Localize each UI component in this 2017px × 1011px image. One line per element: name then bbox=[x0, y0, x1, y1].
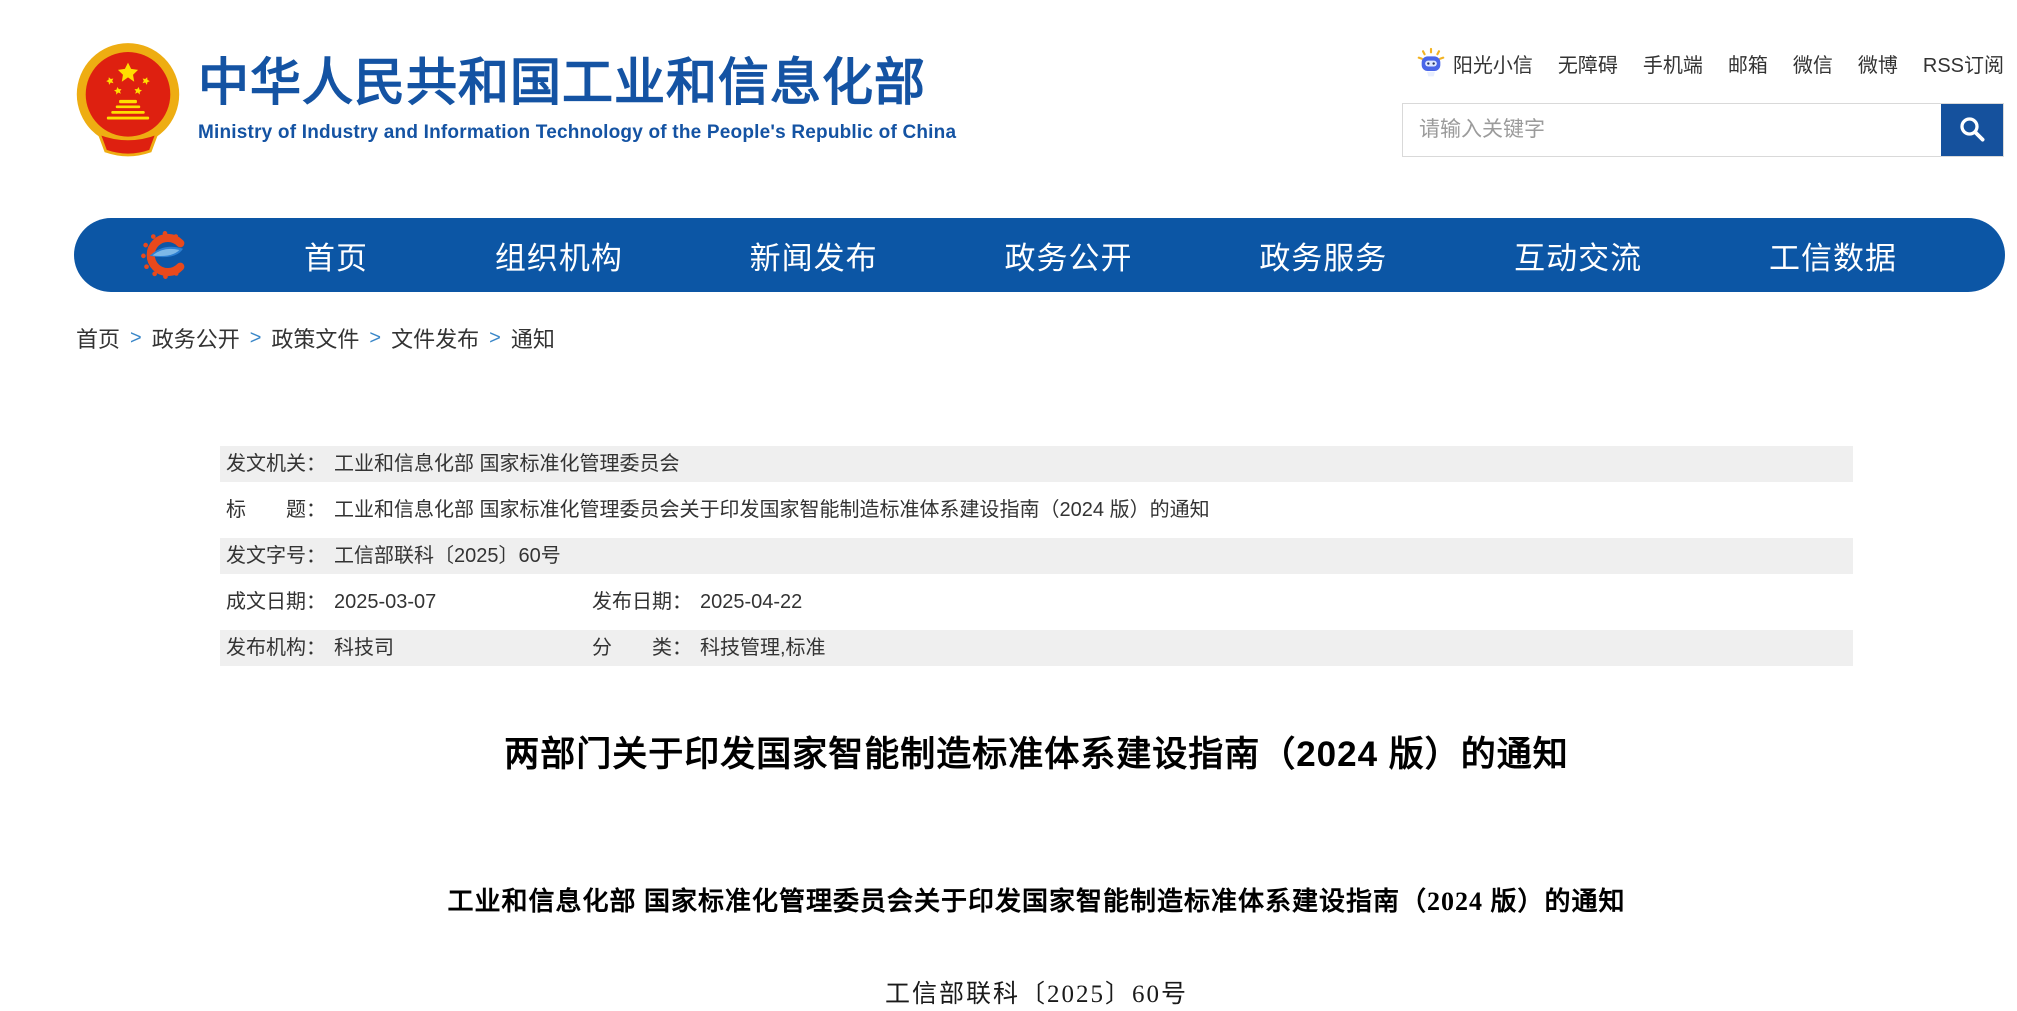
utility-link-row: 阳光小信 无障碍 手机端 邮箱 微信 微博 RSS订阅 bbox=[1402, 46, 2004, 80]
site-subtitle: Ministry of Industry and Information Tec… bbox=[198, 122, 956, 144]
meta-row-publisher-category: 发布机构： 科技司 分 类： 科技管理,标准 bbox=[220, 630, 1853, 666]
meta-value: 科技司 bbox=[334, 630, 394, 666]
main-nav: 首页 组织机构 新闻发布 政务公开 政务服务 互动交流 工信数据 bbox=[74, 218, 2005, 292]
meta-cell-category: 分 类： 科技管理,标准 bbox=[592, 630, 826, 666]
article-body: 两部门关于印发国家智能制造标准体系建设指南（2024 版）的通知 工业和信息化部… bbox=[220, 726, 1853, 1010]
search-icon bbox=[1957, 114, 1987, 147]
nav-item-home[interactable]: 首页 bbox=[304, 233, 368, 278]
nav-item-news[interactable]: 新闻发布 bbox=[750, 233, 878, 278]
meta-label: 标 题： bbox=[226, 492, 326, 528]
search-bar bbox=[1402, 103, 2004, 157]
document-number-line: 工信部联科〔2025〕60号 bbox=[220, 974, 1853, 1010]
breadcrumb-policy-documents[interactable]: 政策文件 bbox=[271, 322, 359, 354]
meta-row-title: 标 题： 工业和信息化部 国家标准化管理委员会关于印发国家智能制造标准体系建设指… bbox=[220, 492, 1853, 528]
nav-item-miit-data[interactable]: 工信数据 bbox=[1769, 233, 1897, 278]
meta-value: 工业和信息化部 国家标准化管理委员会关于印发国家智能制造标准体系建设指南（202… bbox=[334, 492, 1210, 528]
robot-assistant-icon bbox=[1415, 47, 1447, 79]
mail-link[interactable]: 邮箱 bbox=[1728, 49, 1768, 78]
accessibility-link[interactable]: 无障碍 bbox=[1558, 49, 1618, 78]
meta-cell: 发文机关： 工业和信息化部 国家标准化管理委员会 bbox=[226, 446, 680, 482]
page: 中华人民共和国工业和信息化部 Ministry of Industry and … bbox=[0, 0, 2017, 1011]
rss-link[interactable]: RSS订阅 bbox=[1923, 49, 2004, 78]
article-title: 两部门关于印发国家智能制造标准体系建设指南（2024 版）的通知 bbox=[220, 726, 1853, 777]
article-subtitle: 工业和信息化部 国家标准化管理委员会关于印发国家智能制造标准体系建设指南（202… bbox=[220, 881, 1853, 918]
breadcrumb: 首页 > 政务公开 > 政策文件 > 文件发布 > 通知 bbox=[76, 322, 555, 354]
nav-item-interaction[interactable]: 互动交流 bbox=[1514, 233, 1642, 278]
breadcrumb-separator: > bbox=[369, 327, 381, 350]
breadcrumb-document-release[interactable]: 文件发布 bbox=[391, 322, 479, 354]
document-meta-table: 发文机关： 工业和信息化部 国家标准化管理委员会 标 题： 工业和信息化部 国家… bbox=[220, 446, 1853, 676]
meta-cell-written-date: 成文日期： 2025-03-07 bbox=[226, 584, 436, 620]
meta-value: 工信部联科〔2025〕60号 bbox=[334, 538, 561, 574]
meta-cell: 标 题： 工业和信息化部 国家标准化管理委员会关于印发国家智能制造标准体系建设指… bbox=[226, 492, 1210, 528]
search-button[interactable] bbox=[1941, 104, 2003, 156]
miit-gear-logo-icon bbox=[138, 228, 192, 282]
meta-cell-publisher: 发布机构： 科技司 bbox=[226, 630, 394, 666]
nav-item-organization[interactable]: 组织机构 bbox=[495, 233, 623, 278]
weibo-link[interactable]: 微博 bbox=[1858, 49, 1898, 78]
breadcrumb-gov-disclosure[interactable]: 政务公开 bbox=[152, 322, 240, 354]
meta-row-document-number: 发文字号： 工信部联科〔2025〕60号 bbox=[220, 538, 1853, 574]
mobile-site-link[interactable]: 手机端 bbox=[1643, 49, 1703, 78]
header-utilities: 阳光小信 无障碍 手机端 邮箱 微信 微博 RSS订阅 bbox=[1402, 46, 2004, 157]
meta-row-issuing-agency: 发文机关： 工业和信息化部 国家标准化管理委员会 bbox=[220, 446, 1853, 482]
meta-label: 发布机构： bbox=[226, 630, 326, 666]
search-input[interactable] bbox=[1403, 104, 1941, 156]
wechat-link[interactable]: 微信 bbox=[1793, 49, 1833, 78]
breadcrumb-notice[interactable]: 通知 bbox=[511, 322, 555, 354]
breadcrumb-separator: > bbox=[130, 327, 142, 350]
national-emblem-icon bbox=[72, 42, 184, 160]
meta-label: 发布日期： bbox=[592, 584, 692, 620]
nav-item-gov-disclosure[interactable]: 政务公开 bbox=[1004, 233, 1132, 278]
site-title: 中华人民共和国工业和信息化部 bbox=[198, 54, 956, 113]
meta-label: 分 类： bbox=[592, 630, 692, 666]
meta-cell-publish-date: 发布日期： 2025-04-22 bbox=[592, 584, 802, 620]
nav-items: 首页 组织机构 新闻发布 政务公开 政务服务 互动交流 工信数据 bbox=[192, 233, 2005, 278]
site-brand: 中华人民共和国工业和信息化部 Ministry of Industry and … bbox=[72, 42, 956, 160]
sunshine-assistant-link[interactable]: 阳光小信 bbox=[1415, 47, 1533, 79]
breadcrumb-separator: > bbox=[250, 327, 262, 350]
meta-value: 2025-03-07 bbox=[334, 584, 436, 620]
meta-label: 发文字号： bbox=[226, 538, 326, 574]
meta-label: 发文机关： bbox=[226, 446, 326, 482]
breadcrumb-home[interactable]: 首页 bbox=[76, 322, 120, 354]
meta-label: 成文日期： bbox=[226, 584, 326, 620]
meta-cell: 发文字号： 工信部联科〔2025〕60号 bbox=[226, 538, 561, 574]
meta-value: 2025-04-22 bbox=[700, 584, 802, 620]
sunshine-assistant-label: 阳光小信 bbox=[1453, 49, 1533, 78]
breadcrumb-separator: > bbox=[489, 327, 501, 350]
meta-value: 科技管理,标准 bbox=[700, 630, 826, 666]
nav-item-gov-services[interactable]: 政务服务 bbox=[1259, 233, 1387, 278]
brand-text: 中华人民共和国工业和信息化部 Ministry of Industry and … bbox=[198, 42, 956, 144]
meta-value: 工业和信息化部 国家标准化管理委员会 bbox=[334, 446, 680, 482]
meta-row-dates: 成文日期： 2025-03-07 发布日期： 2025-04-22 bbox=[220, 584, 1853, 620]
